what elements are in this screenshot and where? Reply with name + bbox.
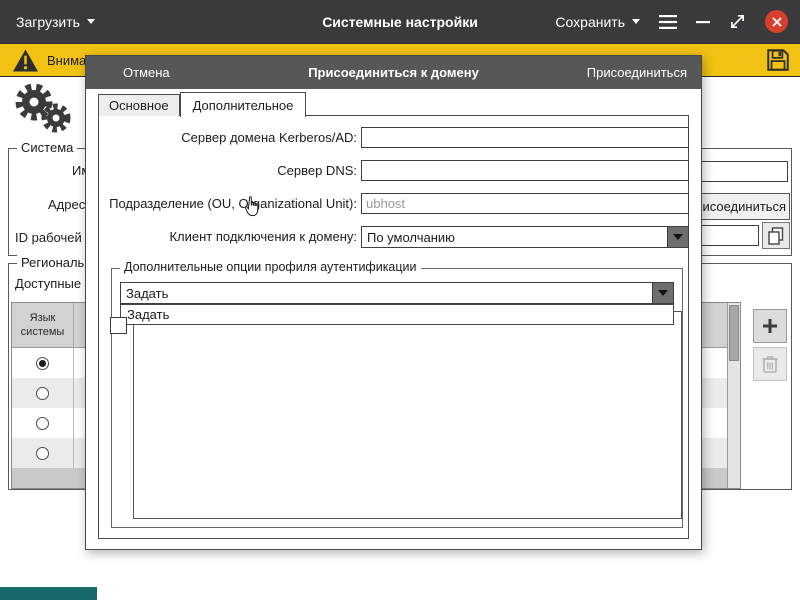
app-window: Система Им Адрес ID рабочей Присоединить… bbox=[0, 0, 800, 600]
dns-server-input[interactable] bbox=[361, 160, 689, 181]
radio-cell bbox=[12, 348, 74, 378]
ou-input[interactable] bbox=[361, 193, 689, 214]
settings-gears-icon bbox=[8, 80, 76, 138]
workgroup-id-label: ID рабочей bbox=[15, 230, 82, 245]
save-file-icon[interactable] bbox=[765, 47, 791, 78]
load-button[interactable]: Загрузить bbox=[16, 14, 95, 30]
plus-icon bbox=[763, 319, 777, 333]
dropdown-arrow-icon[interactable] bbox=[667, 227, 688, 247]
copy-button[interactable] bbox=[762, 222, 790, 249]
topbar: Загрузить Системные настройки Сохранить bbox=[0, 0, 800, 43]
close-icon[interactable] bbox=[765, 10, 788, 33]
join-domain-dialog: Отмена Присоединиться к домену Присоедин… bbox=[85, 55, 702, 550]
auth-profile-dropdown: Задать bbox=[120, 304, 674, 325]
copy-icon bbox=[768, 226, 784, 245]
system-legend: Система bbox=[17, 140, 78, 155]
radio-cell bbox=[12, 438, 74, 468]
maximize-icon[interactable] bbox=[729, 13, 746, 30]
address-label: Адрес bbox=[48, 197, 86, 212]
regional-legend: Региональн bbox=[17, 255, 96, 270]
ou-label: Подразделение (OU, Organizational Unit): bbox=[109, 196, 357, 211]
caret-down-icon bbox=[86, 19, 95, 24]
table-scrollbar[interactable] bbox=[727, 303, 740, 488]
topbar-actions: Сохранить bbox=[555, 0, 788, 43]
minimize-icon[interactable] bbox=[696, 20, 710, 24]
tab-panel: Сервер домена Kerberos/AD: Сервер DNS: П… bbox=[98, 115, 689, 539]
kerberos-server-label: Сервер домена Kerberos/AD: bbox=[181, 130, 357, 145]
auth-options-legend: Дополнительные опции профиля аутентифика… bbox=[120, 260, 421, 274]
dns-server-label: Сервер DNS: bbox=[277, 163, 357, 178]
auth-option-checkbox[interactable] bbox=[110, 317, 127, 334]
gears-icon bbox=[15, 83, 71, 133]
radio-cell bbox=[12, 378, 74, 408]
language-radio[interactable] bbox=[36, 356, 49, 370]
domain-client-select[interactable]: По умолчанию bbox=[361, 226, 689, 248]
dialog-join-button[interactable]: Присоединиться bbox=[587, 65, 687, 80]
domain-client-label: Клиент подключения к домену: bbox=[169, 229, 357, 244]
pointer-cursor-icon bbox=[244, 196, 260, 222]
domain-client-value: По умолчанию bbox=[367, 229, 455, 245]
delete-language-button[interactable] bbox=[753, 347, 787, 381]
dropdown-option[interactable]: Задать bbox=[121, 305, 673, 324]
caret-down-icon bbox=[632, 19, 640, 24]
add-language-button[interactable] bbox=[753, 309, 787, 343]
available-languages-label: Доступные я bbox=[15, 276, 92, 291]
tab-basic[interactable]: Основное bbox=[98, 94, 180, 116]
language-radio[interactable] bbox=[36, 446, 49, 460]
scrollbar-thumb[interactable] bbox=[729, 305, 739, 361]
auth-profile-value: Задать bbox=[126, 285, 169, 301]
save-button[interactable]: Сохранить bbox=[555, 14, 640, 30]
language-column-header: Язык системы bbox=[12, 303, 74, 347]
warning-icon bbox=[12, 48, 39, 73]
taskbar-item[interactable] bbox=[0, 587, 97, 600]
auth-profile-select[interactable]: Задать bbox=[120, 282, 674, 304]
kerberos-server-input[interactable] bbox=[361, 127, 689, 148]
language-radio[interactable] bbox=[36, 386, 49, 400]
auth-options-list[interactable] bbox=[133, 311, 682, 519]
tabbar: Основное Дополнительное bbox=[98, 56, 307, 117]
trash-icon bbox=[762, 356, 778, 373]
save-button-label: Сохранить bbox=[555, 13, 625, 30]
tab-additional[interactable]: Дополнительное bbox=[179, 92, 307, 117]
radio-cell bbox=[12, 408, 74, 438]
menu-icon[interactable] bbox=[659, 14, 677, 29]
load-button-label: Загрузить bbox=[16, 13, 80, 30]
auth-options-fieldset: Дополнительные опции профиля аутентифика… bbox=[110, 260, 683, 528]
language-radio[interactable] bbox=[36, 416, 49, 430]
dropdown-arrow-icon[interactable] bbox=[652, 283, 673, 303]
